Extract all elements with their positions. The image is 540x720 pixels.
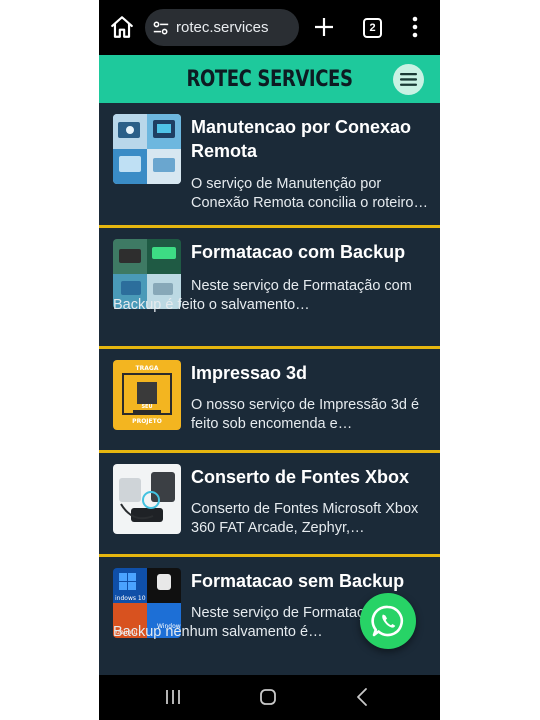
service-title[interactable]: Impressao 3d — [191, 361, 431, 385]
service-description-text: O nosso serviço de Impressão 3d é feito … — [191, 397, 420, 432]
plus-icon[interactable] — [312, 15, 336, 39]
tune-icon[interactable] — [152, 19, 170, 37]
whatsapp-button[interactable] — [360, 593, 416, 649]
service-card-xbox-psu[interactable]: Conserto de Fontes Xbox Conserto de Font… — [99, 453, 440, 557]
nav-home-icon[interactable] — [259, 688, 277, 706]
browser-toolbar: rotec.services 2 — [99, 0, 440, 55]
tab-switcher-button[interactable]: 2 — [363, 18, 382, 38]
service-description: Conserto de Fontes Microsoft Xbox 360 FA… — [191, 500, 431, 538]
service-description-text: Neste serviço de Formatação com Backup é… — [113, 278, 412, 313]
hamburger-icon — [400, 73, 417, 86]
whatsapp-icon — [371, 605, 404, 637]
os-label-1: indows 10 — [115, 595, 146, 602]
service-list: Manutencao por Conexao Remota O serviço … — [99, 103, 440, 678]
service-title[interactable]: Formatacao com Backup — [191, 240, 431, 264]
home-icon[interactable] — [109, 14, 135, 40]
url-text: rotec.services — [176, 19, 269, 36]
site-brand[interactable]: ROTEC SERVICES — [130, 55, 410, 103]
service-title[interactable]: Formatacao sem Backup — [191, 569, 431, 593]
service-thumbnail[interactable]: TRAGA SEU PROJETO — [113, 360, 181, 430]
more-vert-icon[interactable] — [410, 16, 420, 38]
phone-screen: rotec.services 2 ROTEC SERVICES Manutenc… — [99, 0, 440, 720]
service-description: Neste serviço de Formatação com Backup é… — [113, 277, 413, 315]
service-description: O serviço de Manutenção por Conexão Remo… — [191, 175, 431, 213]
print3d-text-2: SEU — [141, 404, 152, 410]
android-nav-bar — [99, 675, 440, 720]
service-title[interactable]: Conserto de Fontes Xbox — [191, 465, 431, 489]
service-card-format-backup[interactable]: Formatacao com Backup Neste serviço de F… — [99, 228, 440, 349]
service-title[interactable]: Manutencao por Conexao Remota — [191, 115, 431, 163]
service-card-remote[interactable]: Manutencao por Conexao Remota O serviço … — [99, 103, 440, 228]
address-bar[interactable]: rotec.services — [145, 9, 299, 46]
back-icon[interactable] — [356, 687, 368, 707]
service-card-3d-print[interactable]: TRAGA SEU PROJETO Impressao 3d O nosso s… — [99, 349, 440, 453]
service-description-text: O serviço de Manutenção por Conexão Remo… — [191, 176, 428, 211]
menu-button[interactable] — [393, 64, 424, 95]
site-header: ROTEC SERVICES — [99, 55, 440, 103]
print3d-text-3: PROJETO — [132, 418, 162, 425]
service-thumbnail[interactable] — [113, 114, 181, 184]
service-description-text: Conserto de Fontes Microsoft Xbox 360 FA… — [191, 501, 419, 536]
recents-icon[interactable] — [165, 688, 181, 706]
service-description: O nosso serviço de Impressão 3d é feito … — [191, 396, 431, 434]
service-thumbnail[interactable] — [113, 464, 181, 534]
print3d-text-1: TRAGA — [136, 365, 159, 372]
